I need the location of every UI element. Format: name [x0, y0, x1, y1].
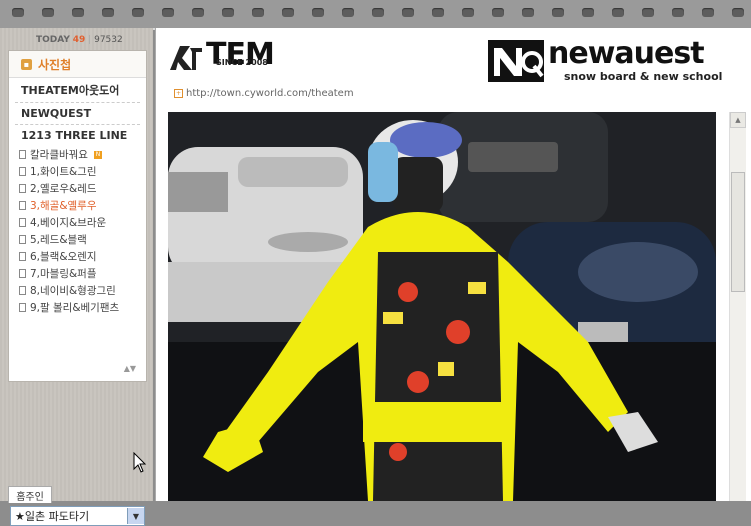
menu-item-label: 4,베이지&브라운 — [30, 217, 107, 229]
binding-hole — [42, 8, 54, 17]
homepage-url[interactable]: + http://town.cyworld.com/theatem — [174, 88, 354, 99]
menu-item[interactable]: 1,화이트&그린 — [19, 163, 146, 180]
select-value: ★일촌 파도타기 — [15, 510, 90, 523]
scroll-up-icon[interactable]: ▲ — [730, 112, 746, 128]
today-count: 49 — [72, 35, 86, 45]
binding-hole — [582, 8, 594, 17]
scroll-arrows-icon[interactable]: ▲▼ — [124, 364, 136, 373]
menu-item-label: 7,마블링&퍼플 — [30, 268, 97, 280]
menu-item-label: 6,블랙&오렌지 — [30, 251, 97, 263]
menu-item-list: 칼라클바꿔요 N 1,화이트&그린 2,옐로우&레드 3,해골&옐루우 4,베이지&브라운… — [9, 146, 146, 316]
mouse-cursor-icon — [133, 452, 147, 473]
binding-hole — [192, 8, 204, 17]
scroll-thumb[interactable] — [731, 172, 745, 292]
binding-hole — [132, 8, 144, 17]
binding-hole — [222, 8, 234, 17]
menu-item-label: 8,네이비&형광그린 — [30, 285, 116, 297]
document-icon — [19, 184, 26, 193]
binding-hole — [492, 8, 504, 17]
menu-section-newquest[interactable]: NEWQUEST — [9, 103, 146, 124]
main-content: TEM SINCE 2008 + http://town.cyworld.com… — [155, 28, 751, 501]
binding-hole — [612, 8, 624, 17]
left-sidebar: TODAY 49 | 97532 ▪ 사진첩 THEATEM아웃도어 NEWQU… — [0, 28, 153, 526]
menu-item[interactable]: 칼라클바꿔요 N — [19, 146, 146, 163]
menu-item-label: 5,레드&블랙 — [30, 234, 87, 246]
binding-hole — [342, 8, 354, 17]
document-icon — [19, 303, 26, 312]
album-icon: ▪ — [21, 58, 32, 70]
menu-item[interactable]: 7,마블링&퍼플 — [19, 265, 146, 282]
menu-item-label: 3,해골&옐루우 — [30, 200, 97, 212]
document-icon — [19, 218, 26, 227]
menu-section-threeline[interactable]: 1213 THREE LINE — [9, 125, 146, 146]
binding-hole — [72, 8, 84, 17]
binding-hole — [12, 8, 24, 17]
menu-item[interactable]: 6,블랙&오렌지 — [19, 248, 146, 265]
ilchon-wave-select[interactable]: ★일촌 파도타기 ▼ — [10, 506, 145, 526]
binding-hole — [282, 8, 294, 17]
menu-item[interactable]: 2,옐로우&레드 — [19, 180, 146, 197]
binding-hole — [432, 8, 444, 17]
binding-hole — [102, 8, 114, 17]
menu-section-theatem[interactable]: THEATEM아웃도어 — [9, 78, 146, 102]
newquest-wordmark: newauest — [548, 36, 705, 71]
menu-item[interactable]: 3,해골&옐루우 — [19, 197, 146, 214]
document-icon — [19, 150, 26, 159]
photo-album-menu: ▪ 사진첩 THEATEM아웃도어 NEWQUEST 1213 THREE LI… — [8, 50, 147, 382]
document-icon — [19, 286, 26, 295]
menu-title: 사진첩 — [38, 57, 72, 72]
document-icon — [19, 167, 26, 176]
plus-icon: + — [174, 89, 183, 98]
nq-mark-icon — [488, 40, 544, 82]
logo-since: SINCE 2008 — [216, 58, 268, 67]
binding-hole — [552, 8, 564, 17]
menu-item-label: 2,옐로우&레드 — [30, 183, 97, 195]
theatem-mark-icon — [170, 46, 202, 70]
total-count: 97532 — [94, 35, 123, 45]
menu-item[interactable]: 8,네이비&형광그린 — [19, 282, 146, 299]
album-photo[interactable] — [168, 112, 716, 501]
menu-header[interactable]: ▪ 사진첩 — [9, 51, 146, 78]
binding-hole — [642, 8, 654, 17]
binding-hole — [672, 8, 684, 17]
menu-item[interactable]: 4,베이지&브라운 — [19, 214, 146, 231]
newquest-tagline: snow board & new school — [564, 70, 723, 83]
photo-scrollbar[interactable]: ▲ — [729, 112, 746, 501]
binding-hole — [462, 8, 474, 17]
menu-item-label: 1,화이트&그린 — [30, 166, 97, 178]
document-icon — [19, 269, 26, 278]
menu-item-label: 9,팔 볼리&베기팬츠 — [30, 302, 120, 314]
menu-item-label: 칼라클바꿔요 — [30, 149, 88, 161]
top-binding-strip — [0, 0, 751, 30]
menu-item[interactable]: 9,팔 볼리&베기팬츠 — [19, 299, 146, 316]
document-icon — [19, 235, 26, 244]
binding-hole — [402, 8, 414, 17]
binding-hole — [312, 8, 324, 17]
document-icon — [19, 201, 26, 210]
binding-hole — [522, 8, 534, 17]
visitor-counter: TODAY 49 | 97532 — [36, 35, 123, 45]
binding-hole — [252, 8, 264, 17]
binding-hole — [732, 8, 744, 17]
document-icon — [19, 252, 26, 261]
newquest-logo[interactable]: newauest snow board & new school — [488, 36, 744, 84]
binding-hole — [702, 8, 714, 17]
binding-hole — [162, 8, 174, 17]
home-owner-tab[interactable]: 홈주인 — [8, 486, 52, 503]
new-badge-icon: N — [93, 150, 102, 159]
menu-item[interactable]: 5,레드&블랙 — [19, 231, 146, 248]
chevron-down-icon[interactable]: ▼ — [127, 508, 144, 524]
binding-hole — [372, 8, 384, 17]
